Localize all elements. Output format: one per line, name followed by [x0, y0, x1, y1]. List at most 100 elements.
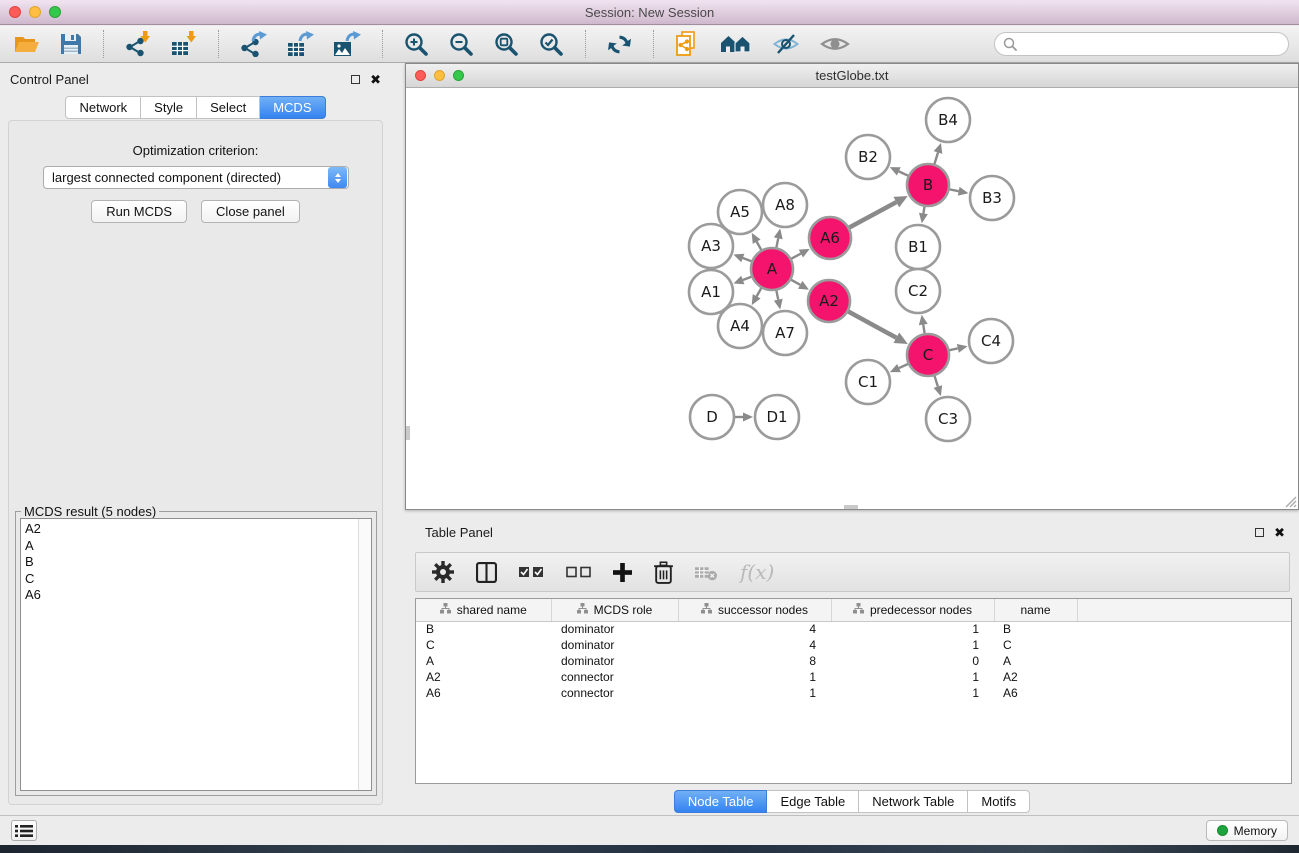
edge-A-A1[interactable]	[743, 277, 752, 280]
edge-A-A3[interactable]	[743, 258, 752, 261]
zoom-fit-icon[interactable]	[494, 32, 519, 57]
search-input[interactable]	[1021, 37, 1280, 52]
graph-node-A7[interactable]: A7	[763, 311, 807, 355]
home-icon[interactable]	[720, 33, 752, 55]
graph-node-B2[interactable]: B2	[846, 135, 890, 179]
optimization-criterion-dropdown[interactable]: largest connected component (directed)	[43, 166, 349, 189]
refresh-icon[interactable]	[607, 32, 632, 57]
run-mcds-button[interactable]: Run MCDS	[91, 200, 187, 223]
tab-edge-table[interactable]: Edge Table	[767, 790, 859, 813]
vertical-scroll-nub[interactable]	[406, 426, 410, 440]
tab-node-table[interactable]: Node Table	[674, 790, 768, 813]
hide-glyphs-icon[interactable]	[772, 32, 800, 56]
graph-node-D[interactable]: D	[690, 395, 734, 439]
tab-select[interactable]: Select	[197, 96, 260, 119]
table-row[interactable]: Cdominator41C	[416, 637, 1291, 653]
graph-node-A[interactable]: A	[751, 248, 793, 290]
float-table-panel-icon[interactable]	[1255, 528, 1264, 537]
edge-C-C1[interactable]	[899, 364, 908, 368]
edge-B-B1[interactable]	[923, 207, 924, 214]
network-canvas[interactable]: B4B2BB3A5A8A6B1A3AA1C2A2A4A7C4CC1C3DD1	[406, 88, 1298, 509]
table-row[interactable]: A6connector11A6	[416, 685, 1291, 701]
result-list-scrollbar[interactable]	[358, 519, 371, 790]
result-list-item[interactable]: A	[25, 538, 354, 555]
edge-C-C4[interactable]	[949, 348, 957, 350]
close-panel-button[interactable]: Close panel	[201, 200, 300, 223]
graph-node-A2[interactable]: A2	[808, 280, 850, 322]
delete-column-trash-icon[interactable]	[654, 561, 673, 584]
edge-A-A7[interactable]	[776, 291, 778, 300]
export-image-icon[interactable]	[334, 31, 361, 57]
result-list-item[interactable]: C	[25, 571, 354, 588]
graph-node-A4[interactable]: A4	[718, 304, 762, 348]
result-list-item[interactable]: B	[25, 554, 354, 571]
graph-node-C3[interactable]: C3	[926, 397, 970, 441]
graph-node-B1[interactable]: B1	[896, 225, 940, 269]
export-network-icon[interactable]	[240, 31, 267, 57]
result-list-item[interactable]: A2	[25, 521, 354, 538]
network-window-titlebar[interactable]: testGlobe.txt	[406, 64, 1298, 88]
edge-A-A6[interactable]	[791, 254, 800, 259]
result-list-item[interactable]: A6	[25, 587, 354, 604]
tab-style[interactable]: Style	[141, 96, 197, 119]
zoom-out-icon[interactable]	[449, 32, 474, 57]
task-history-button[interactable]	[11, 820, 37, 841]
float-panel-icon[interactable]	[351, 75, 360, 84]
graph-node-A8[interactable]: A8	[763, 183, 807, 227]
node-table[interactable]: shared nameMCDS rolesuccessor nodesprede…	[415, 598, 1292, 784]
edge-C-C2[interactable]	[923, 325, 924, 334]
edge-A-A8[interactable]	[776, 238, 778, 247]
graph-node-A6[interactable]: A6	[809, 217, 851, 259]
mcds-result-list[interactable]: A2ABCA6	[20, 518, 372, 791]
resize-grip-icon[interactable]	[1283, 494, 1297, 508]
network-graph[interactable]: B4B2BB3A5A8A6B1A3AA1C2A2A4A7C4CC1C3DD1	[406, 88, 1298, 509]
tab-network[interactable]: Network	[65, 96, 141, 119]
tab-mcds[interactable]: MCDS	[260, 96, 325, 119]
edge-A-A2[interactable]	[791, 280, 800, 285]
column-header-shared-name[interactable]: shared name	[416, 599, 551, 621]
graph-node-C1[interactable]: C1	[846, 360, 890, 404]
edge-A6-B[interactable]	[849, 202, 896, 227]
new-network-from-file-icon[interactable]	[675, 31, 700, 57]
save-session-icon[interactable]	[60, 33, 82, 55]
import-table-icon[interactable]	[171, 31, 197, 57]
memory-button[interactable]: Memory	[1206, 820, 1288, 841]
edge-B-B4[interactable]	[934, 152, 938, 163]
edge-A2-C[interactable]	[848, 312, 896, 338]
graph-node-C4[interactable]: C4	[969, 319, 1013, 363]
deselect-all-checkboxes-icon[interactable]	[566, 566, 591, 578]
close-panel-icon[interactable]: ✖	[370, 73, 381, 86]
tab-motifs[interactable]: Motifs	[968, 790, 1030, 813]
column-header-predecessor-nodes[interactable]: predecessor nodes	[831, 599, 994, 621]
table-row[interactable]: A2connector11A2	[416, 669, 1291, 685]
column-header-successor-nodes[interactable]: successor nodes	[678, 599, 831, 621]
edge-C-C3[interactable]	[935, 376, 938, 387]
graph-node-A3[interactable]: A3	[689, 224, 733, 268]
table-settings-gear-icon[interactable]	[432, 561, 454, 583]
show-view-eye-icon[interactable]	[820, 34, 850, 54]
close-table-panel-icon[interactable]: ✖	[1274, 526, 1285, 539]
add-column-plus-icon[interactable]	[613, 563, 632, 582]
graph-node-B3[interactable]: B3	[970, 176, 1014, 220]
graph-node-C2[interactable]: C2	[896, 269, 940, 313]
graph-node-B4[interactable]: B4	[926, 98, 970, 142]
table-row[interactable]: Adominator80A	[416, 653, 1291, 669]
edge-A-A5[interactable]	[757, 242, 762, 250]
tab-network-table[interactable]: Network Table	[859, 790, 968, 813]
column-header-mcds-role[interactable]: MCDS role	[551, 599, 678, 621]
graph-node-B[interactable]: B	[907, 164, 949, 206]
edge-B-B3[interactable]	[950, 189, 959, 191]
import-network-icon[interactable]	[125, 31, 151, 57]
graph-node-C[interactable]: C	[907, 334, 949, 376]
open-session-icon[interactable]	[14, 33, 40, 55]
horizontal-scroll-nub[interactable]	[844, 505, 858, 509]
zoom-in-icon[interactable]	[404, 32, 429, 57]
select-all-checkboxes-icon[interactable]	[519, 566, 544, 578]
export-table-icon[interactable]	[287, 31, 314, 57]
zoom-selected-icon[interactable]	[539, 32, 564, 57]
column-header-name[interactable]: name	[994, 599, 1077, 621]
table-row[interactable]: Bdominator41B	[416, 621, 1291, 637]
edge-A-A4[interactable]	[757, 288, 762, 296]
edge-B-B2[interactable]	[899, 171, 908, 175]
search-field[interactable]	[994, 32, 1289, 56]
